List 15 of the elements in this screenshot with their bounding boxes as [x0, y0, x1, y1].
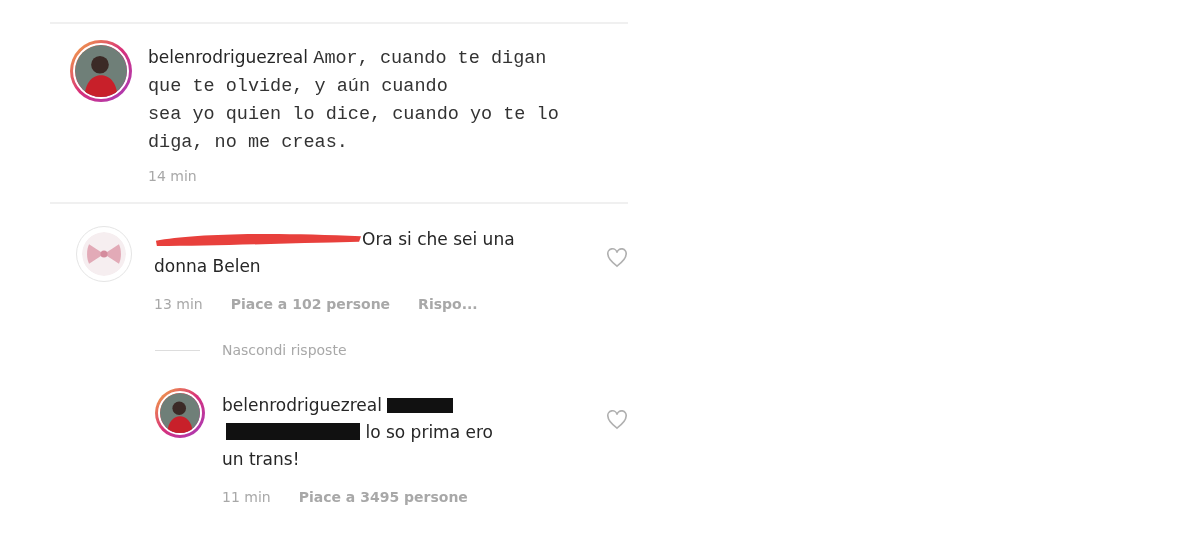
likes-link[interactable]: Piace a 102 persone [230, 296, 391, 312]
likes-link[interactable]: Piace a 3495 persone [298, 489, 468, 505]
username-link[interactable]: belenrodriguezreal [222, 395, 382, 415]
comment-text: Ora si che sei una donna Belen [154, 228, 516, 278]
caption-text: belenrodriguezreal Amor, cuando te digan que te olvide, y aún cuando sea yo quien lo dice, cuando yo te lo diga, no me creas. [148, 46, 560, 155]
timestamp: 14 min [148, 168, 198, 184]
like-icon[interactable] [606, 410, 628, 430]
timestamp: 11 min [222, 489, 271, 505]
timestamp: 13 min [154, 296, 203, 312]
hide-replies-link[interactable]: Nascondi risposte [222, 342, 347, 358]
avatar[interactable] [155, 388, 205, 438]
reply-link[interactable]: Rispo... [418, 296, 478, 312]
comment-text: belenrodriguezreal lo so prima ero un trans! [222, 394, 494, 471]
like-icon[interactable] [606, 248, 628, 268]
username-link[interactable]: belenrodriguezreal [148, 47, 308, 67]
